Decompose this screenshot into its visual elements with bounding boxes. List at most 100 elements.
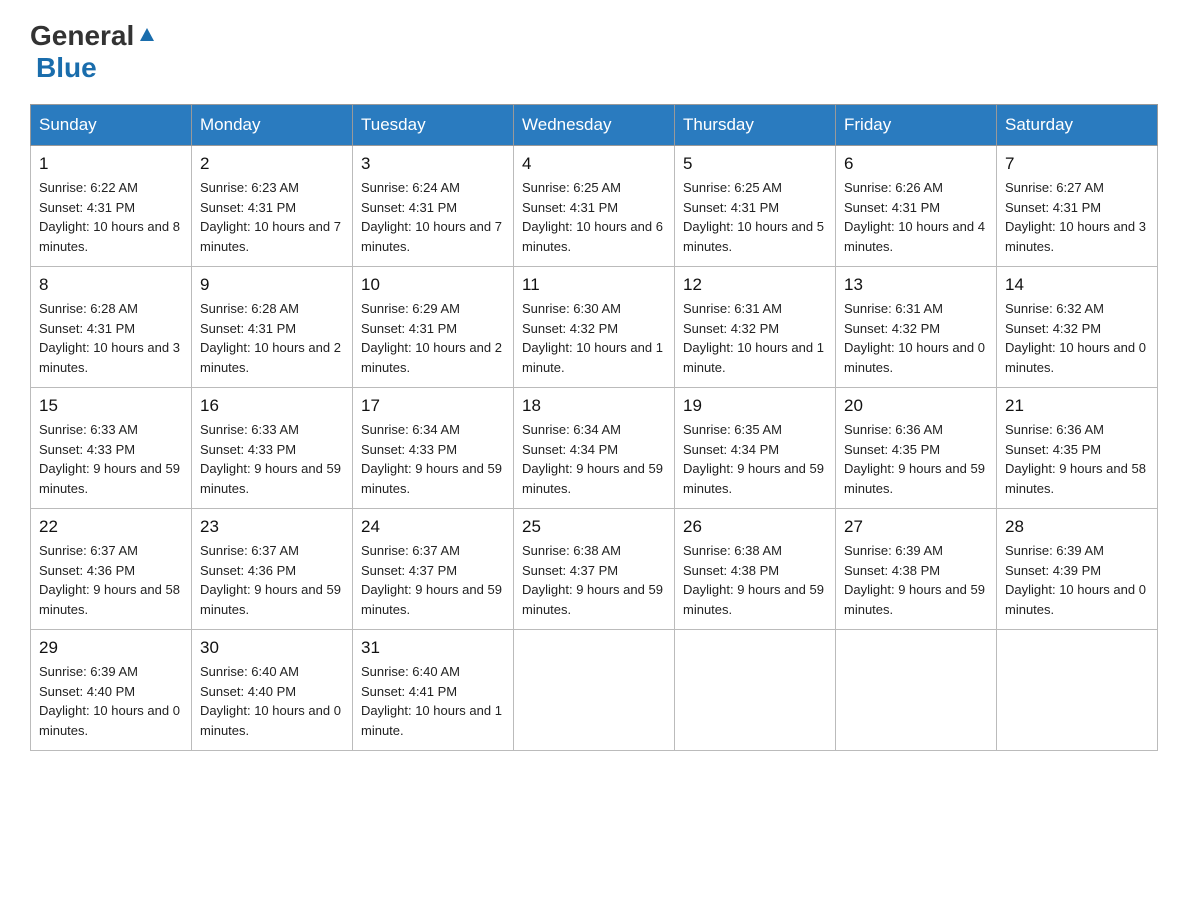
day-info: Sunrise: 6:22 AMSunset: 4:31 PMDaylight:…: [39, 178, 183, 256]
calendar-cell: 7 Sunrise: 6:27 AMSunset: 4:31 PMDayligh…: [997, 146, 1158, 267]
calendar-cell: 18 Sunrise: 6:34 AMSunset: 4:34 PMDaylig…: [514, 388, 675, 509]
day-info: Sunrise: 6:36 AMSunset: 4:35 PMDaylight:…: [844, 420, 988, 498]
day-info: Sunrise: 6:26 AMSunset: 4:31 PMDaylight:…: [844, 178, 988, 256]
day-number: 5: [683, 154, 827, 174]
logo-blue-text: Blue: [36, 52, 97, 84]
day-number: 7: [1005, 154, 1149, 174]
weekday-header-tuesday: Tuesday: [353, 105, 514, 146]
day-number: 18: [522, 396, 666, 416]
calendar-cell: 26 Sunrise: 6:38 AMSunset: 4:38 PMDaylig…: [675, 509, 836, 630]
weekday-header-wednesday: Wednesday: [514, 105, 675, 146]
calendar-cell: 10 Sunrise: 6:29 AMSunset: 4:31 PMDaylig…: [353, 267, 514, 388]
calendar-cell: 6 Sunrise: 6:26 AMSunset: 4:31 PMDayligh…: [836, 146, 997, 267]
calendar-cell: 3 Sunrise: 6:24 AMSunset: 4:31 PMDayligh…: [353, 146, 514, 267]
calendar-cell: 2 Sunrise: 6:23 AMSunset: 4:31 PMDayligh…: [192, 146, 353, 267]
day-number: 11: [522, 275, 666, 295]
day-number: 16: [200, 396, 344, 416]
day-info: Sunrise: 6:36 AMSunset: 4:35 PMDaylight:…: [1005, 420, 1149, 498]
calendar-table: SundayMondayTuesdayWednesdayThursdayFrid…: [30, 104, 1158, 751]
calendar-cell: 29 Sunrise: 6:39 AMSunset: 4:40 PMDaylig…: [31, 630, 192, 751]
calendar-cell: 15 Sunrise: 6:33 AMSunset: 4:33 PMDaylig…: [31, 388, 192, 509]
day-number: 30: [200, 638, 344, 658]
day-number: 15: [39, 396, 183, 416]
calendar-cell: 17 Sunrise: 6:34 AMSunset: 4:33 PMDaylig…: [353, 388, 514, 509]
day-number: 20: [844, 396, 988, 416]
calendar-cell: 28 Sunrise: 6:39 AMSunset: 4:39 PMDaylig…: [997, 509, 1158, 630]
calendar-cell: 14 Sunrise: 6:32 AMSunset: 4:32 PMDaylig…: [997, 267, 1158, 388]
calendar-cell: 22 Sunrise: 6:37 AMSunset: 4:36 PMDaylig…: [31, 509, 192, 630]
calendar-cell: 30 Sunrise: 6:40 AMSunset: 4:40 PMDaylig…: [192, 630, 353, 751]
day-info: Sunrise: 6:23 AMSunset: 4:31 PMDaylight:…: [200, 178, 344, 256]
day-info: Sunrise: 6:30 AMSunset: 4:32 PMDaylight:…: [522, 299, 666, 377]
page-header: General Blue: [30, 20, 1158, 84]
day-info: Sunrise: 6:35 AMSunset: 4:34 PMDaylight:…: [683, 420, 827, 498]
logo-triangle-icon: [136, 23, 158, 45]
day-info: Sunrise: 6:39 AMSunset: 4:38 PMDaylight:…: [844, 541, 988, 619]
logo-general-text: General: [30, 20, 134, 52]
weekday-header-thursday: Thursday: [675, 105, 836, 146]
day-info: Sunrise: 6:28 AMSunset: 4:31 PMDaylight:…: [39, 299, 183, 377]
calendar-cell: 16 Sunrise: 6:33 AMSunset: 4:33 PMDaylig…: [192, 388, 353, 509]
weekday-header-saturday: Saturday: [997, 105, 1158, 146]
day-number: 27: [844, 517, 988, 537]
day-info: Sunrise: 6:25 AMSunset: 4:31 PMDaylight:…: [522, 178, 666, 256]
calendar-cell: 23 Sunrise: 6:37 AMSunset: 4:36 PMDaylig…: [192, 509, 353, 630]
day-number: 1: [39, 154, 183, 174]
week-row-5: 29 Sunrise: 6:39 AMSunset: 4:40 PMDaylig…: [31, 630, 1158, 751]
week-row-4: 22 Sunrise: 6:37 AMSunset: 4:36 PMDaylig…: [31, 509, 1158, 630]
day-info: Sunrise: 6:25 AMSunset: 4:31 PMDaylight:…: [683, 178, 827, 256]
day-info: Sunrise: 6:37 AMSunset: 4:36 PMDaylight:…: [200, 541, 344, 619]
day-info: Sunrise: 6:33 AMSunset: 4:33 PMDaylight:…: [39, 420, 183, 498]
day-number: 9: [200, 275, 344, 295]
day-number: 8: [39, 275, 183, 295]
day-number: 26: [683, 517, 827, 537]
day-number: 25: [522, 517, 666, 537]
day-number: 22: [39, 517, 183, 537]
weekday-header-friday: Friday: [836, 105, 997, 146]
calendar-cell: 24 Sunrise: 6:37 AMSunset: 4:37 PMDaylig…: [353, 509, 514, 630]
calendar-cell: 19 Sunrise: 6:35 AMSunset: 4:34 PMDaylig…: [675, 388, 836, 509]
day-info: Sunrise: 6:37 AMSunset: 4:36 PMDaylight:…: [39, 541, 183, 619]
calendar-cell: [675, 630, 836, 751]
calendar-cell: 31 Sunrise: 6:40 AMSunset: 4:41 PMDaylig…: [353, 630, 514, 751]
day-number: 4: [522, 154, 666, 174]
week-row-3: 15 Sunrise: 6:33 AMSunset: 4:33 PMDaylig…: [31, 388, 1158, 509]
calendar-cell: 20 Sunrise: 6:36 AMSunset: 4:35 PMDaylig…: [836, 388, 997, 509]
logo: General Blue: [30, 20, 158, 84]
day-info: Sunrise: 6:31 AMSunset: 4:32 PMDaylight:…: [844, 299, 988, 377]
day-info: Sunrise: 6:39 AMSunset: 4:39 PMDaylight:…: [1005, 541, 1149, 619]
calendar-cell: 25 Sunrise: 6:38 AMSunset: 4:37 PMDaylig…: [514, 509, 675, 630]
day-number: 13: [844, 275, 988, 295]
day-number: 28: [1005, 517, 1149, 537]
day-info: Sunrise: 6:37 AMSunset: 4:37 PMDaylight:…: [361, 541, 505, 619]
day-info: Sunrise: 6:34 AMSunset: 4:33 PMDaylight:…: [361, 420, 505, 498]
day-number: 12: [683, 275, 827, 295]
day-number: 29: [39, 638, 183, 658]
calendar-cell: 1 Sunrise: 6:22 AMSunset: 4:31 PMDayligh…: [31, 146, 192, 267]
day-number: 21: [1005, 396, 1149, 416]
calendar-cell: 12 Sunrise: 6:31 AMSunset: 4:32 PMDaylig…: [675, 267, 836, 388]
day-number: 31: [361, 638, 505, 658]
day-number: 10: [361, 275, 505, 295]
day-number: 6: [844, 154, 988, 174]
calendar-cell: 4 Sunrise: 6:25 AMSunset: 4:31 PMDayligh…: [514, 146, 675, 267]
calendar-cell: [514, 630, 675, 751]
day-info: Sunrise: 6:31 AMSunset: 4:32 PMDaylight:…: [683, 299, 827, 377]
day-info: Sunrise: 6:32 AMSunset: 4:32 PMDaylight:…: [1005, 299, 1149, 377]
calendar-cell: 9 Sunrise: 6:28 AMSunset: 4:31 PMDayligh…: [192, 267, 353, 388]
day-info: Sunrise: 6:28 AMSunset: 4:31 PMDaylight:…: [200, 299, 344, 377]
day-info: Sunrise: 6:27 AMSunset: 4:31 PMDaylight:…: [1005, 178, 1149, 256]
weekday-header-monday: Monday: [192, 105, 353, 146]
day-info: Sunrise: 6:40 AMSunset: 4:41 PMDaylight:…: [361, 662, 505, 740]
weekday-header-row: SundayMondayTuesdayWednesdayThursdayFrid…: [31, 105, 1158, 146]
day-number: 2: [200, 154, 344, 174]
day-info: Sunrise: 6:38 AMSunset: 4:37 PMDaylight:…: [522, 541, 666, 619]
day-number: 17: [361, 396, 505, 416]
calendar-cell: 11 Sunrise: 6:30 AMSunset: 4:32 PMDaylig…: [514, 267, 675, 388]
day-number: 19: [683, 396, 827, 416]
calendar-cell: 5 Sunrise: 6:25 AMSunset: 4:31 PMDayligh…: [675, 146, 836, 267]
weekday-header-sunday: Sunday: [31, 105, 192, 146]
calendar-cell: 13 Sunrise: 6:31 AMSunset: 4:32 PMDaylig…: [836, 267, 997, 388]
calendar-cell: [836, 630, 997, 751]
day-info: Sunrise: 6:40 AMSunset: 4:40 PMDaylight:…: [200, 662, 344, 740]
